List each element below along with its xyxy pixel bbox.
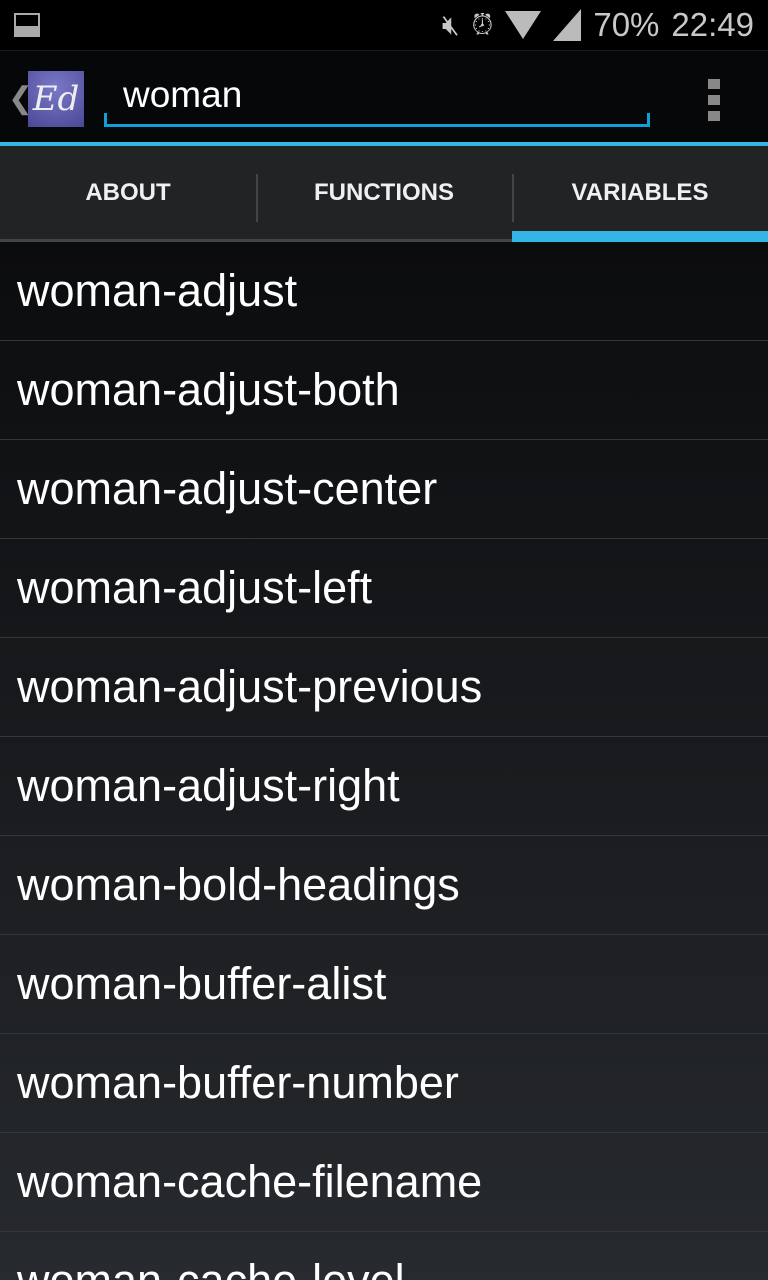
variables-list[interactable]: woman-adjust woman-adjust-both woman-adj… [0,242,768,1280]
clock: 22:49 [671,6,754,43]
list-item[interactable]: woman-adjust [0,242,768,341]
list-item[interactable]: woman-adjust-left [0,539,768,638]
search-input[interactable] [107,65,647,124]
mute-icon: 🔇︎ [441,8,460,40]
list-item[interactable]: woman-buffer-number [0,1034,768,1133]
battery-percent: 70% [593,6,660,43]
overflow-menu-icon[interactable] [708,79,720,121]
list-item[interactable]: woman-cache-level [0,1232,768,1280]
search-field[interactable] [104,65,650,127]
list-item[interactable]: woman-buffer-alist [0,935,768,1034]
list-item[interactable]: woman-adjust-previous [0,638,768,737]
picture-icon [14,13,40,37]
list-item[interactable]: woman-adjust-both [0,341,768,440]
signal-icon [553,9,582,41]
tab-functions[interactable]: FUNCTIONS [256,146,512,239]
list-item[interactable]: woman-cache-filename [0,1133,768,1232]
list-item[interactable]: woman-adjust-center [0,440,768,539]
tab-bar: ABOUT FUNCTIONS VARIABLES [0,146,768,242]
app-logo-text: Ed [32,79,80,119]
list-item[interactable]: woman-adjust-right [0,737,768,836]
wifi-icon [505,11,542,39]
alarm-icon: ⏰︎ [471,8,494,40]
action-bar: ❮ Ed [0,50,768,142]
tab-about[interactable]: ABOUT [0,146,256,239]
app-logo[interactable]: Ed [28,71,84,127]
list-item[interactable]: woman-bold-headings [0,836,768,935]
tab-variables[interactable]: VARIABLES [512,146,768,242]
status-bar: 🔇︎ ⏰︎ 70% 22:49 [0,0,768,50]
